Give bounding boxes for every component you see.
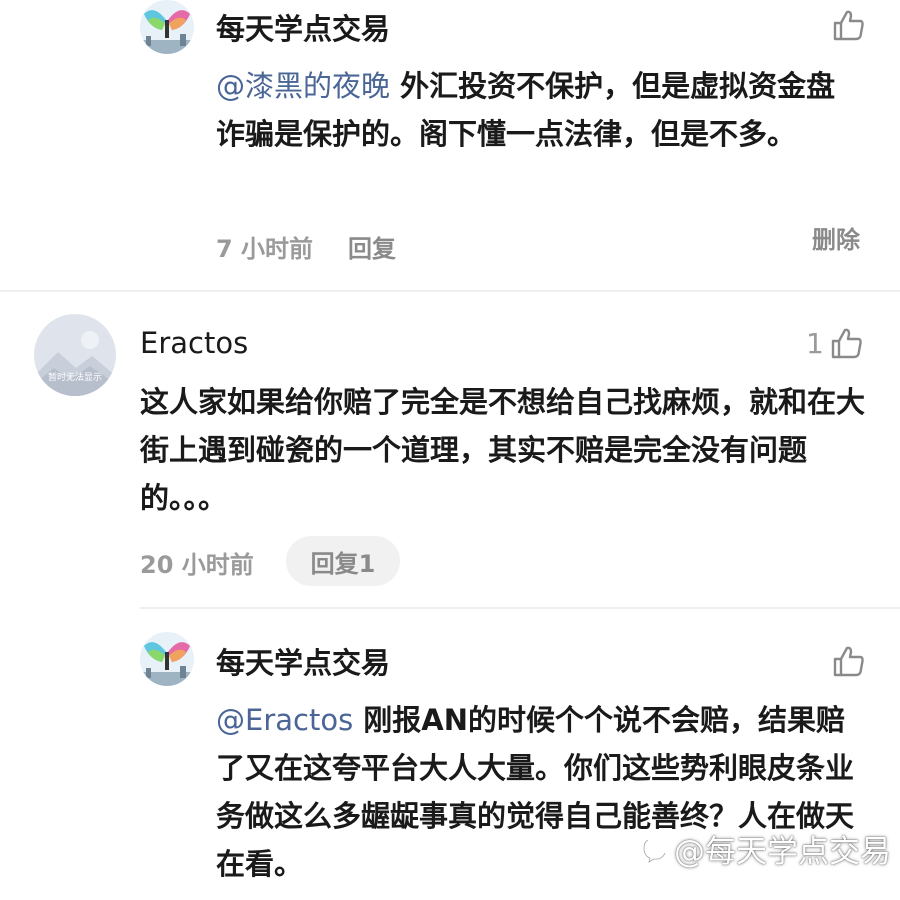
avatar-image <box>140 632 194 686</box>
thumbs-up-icon <box>831 328 862 359</box>
comment-author[interactable]: Eractos <box>140 326 248 360</box>
user-mention[interactable]: @Eractos <box>216 703 353 737</box>
comment-reply-1: 每天学点交易 @漆黑的夜晚 外汇投资不保护，但是虚拟资金盘诈骗是保护的。阁下懂一… <box>0 0 900 290</box>
avatar[interactable]: 暂时无法显示 <box>34 314 116 396</box>
timestamp: 20 小时前 <box>140 551 254 579</box>
comment-body: 这人家如果给你赔了完全是不想给自己找麻烦，就和在大街上遇到碰瓷的一个道理，其实不… <box>140 385 866 515</box>
divider <box>140 607 900 609</box>
like-count: 1 <box>806 326 824 360</box>
like-button[interactable] <box>832 644 866 682</box>
like-button[interactable]: 1 <box>806 326 864 360</box>
zhihu-logo-icon <box>642 838 667 864</box>
reply-count-label: 回复1 <box>310 549 376 578</box>
comment-author[interactable]: 每天学点交易 <box>216 6 390 48</box>
delete-button[interactable]: 删除 <box>812 220 860 255</box>
comment-author[interactable]: 每天学点交易 <box>216 640 390 682</box>
avatar-image <box>140 0 194 54</box>
placeholder-avatar-icon <box>34 314 116 396</box>
thumbs-up-icon <box>833 10 864 41</box>
reply-button[interactable]: 回复 <box>348 229 396 264</box>
avatar[interactable] <box>140 0 194 54</box>
thumbs-up-icon <box>833 646 864 677</box>
like-button[interactable] <box>832 8 866 46</box>
comment-top-level: 暂时无法显示 Eractos 1 这人家如果给你赔了完全是不想给自己找麻烦，就和… <box>0 292 900 608</box>
watermark: @每天学点交易 <box>640 826 891 871</box>
reply-count-button[interactable]: 回复1 <box>286 536 400 586</box>
comment-body: @漆黑的夜晚 外汇投资不保护，但是虚拟资金盘诈骗是保护的。阁下懂一点法律，但是不… <box>216 62 862 158</box>
avatar-caption: 暂时无法显示 <box>47 373 102 383</box>
watermark-text: @每天学点交易 <box>674 834 891 870</box>
avatar[interactable] <box>140 632 194 686</box>
timestamp: 7 小时前 <box>216 235 314 263</box>
user-mention[interactable]: @漆黑的夜晚 <box>216 69 390 103</box>
